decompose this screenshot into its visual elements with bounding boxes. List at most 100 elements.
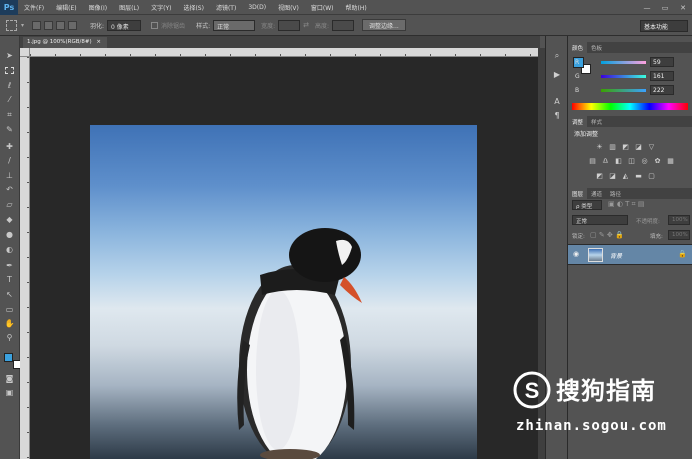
- menu-layer[interactable]: 图层(L): [113, 3, 145, 12]
- visibility-eye-icon[interactable]: ◉: [573, 250, 579, 258]
- color-lookup-icon[interactable]: ▦: [666, 156, 675, 165]
- menu-window[interactable]: 窗口(W): [305, 3, 340, 12]
- close-icon[interactable]: ×: [96, 39, 101, 45]
- layer-filter-select[interactable]: ρ 类型: [572, 200, 602, 210]
- blur-tool-icon[interactable]: ●: [3, 229, 16, 240]
- layer-name[interactable]: 背景: [610, 251, 622, 260]
- hue-icon[interactable]: ♎: [601, 156, 610, 165]
- black-white-icon[interactable]: ◫: [627, 156, 636, 165]
- menu-file[interactable]: 文件(F): [18, 3, 50, 12]
- threshold-icon[interactable]: ◭: [621, 171, 630, 180]
- fill-input[interactable]: 100%: [668, 230, 690, 240]
- menu-help[interactable]: 帮助(H): [340, 3, 373, 12]
- feather-input[interactable]: 0 像素: [107, 19, 142, 31]
- history-brush-tool-icon[interactable]: ↶: [3, 184, 16, 195]
- blue-slider[interactable]: [601, 89, 646, 92]
- history-icon[interactable]: ⌕: [551, 50, 563, 61]
- blue-value-input[interactable]: 222: [650, 85, 674, 95]
- posterize-icon[interactable]: ◪: [608, 171, 617, 180]
- menu-edit[interactable]: 编辑(E): [50, 3, 82, 12]
- character-icon[interactable]: A: [551, 96, 563, 107]
- menu-select[interactable]: 选择(S): [177, 3, 210, 12]
- levels-icon[interactable]: ▥: [608, 142, 617, 151]
- antialias-checkbox[interactable]: [151, 21, 159, 29]
- paint-bucket-tool-icon[interactable]: ◆: [3, 214, 16, 225]
- gradient-map-icon[interactable]: ▬: [634, 171, 643, 180]
- pen-tool-icon[interactable]: ✒: [3, 260, 16, 271]
- screen-mode-icon[interactable]: ▣: [3, 387, 16, 398]
- paragraph-icon[interactable]: ¶: [551, 110, 563, 121]
- green-value-input[interactable]: 161: [650, 71, 674, 81]
- width-label: 宽度:: [261, 22, 276, 30]
- hand-tool-icon[interactable]: ✋: [3, 318, 16, 329]
- dodge-tool-icon[interactable]: ◐: [3, 244, 16, 255]
- rectangle-tool-icon[interactable]: ▭: [3, 304, 16, 315]
- red-value-input[interactable]: 59: [650, 57, 674, 67]
- eraser-tool-icon[interactable]: ▱: [3, 199, 16, 210]
- width-input[interactable]: [278, 19, 301, 31]
- blend-mode-select[interactable]: 正常: [572, 215, 628, 225]
- vibrance-icon[interactable]: ▤: [588, 156, 597, 165]
- tab-channels[interactable]: 通道: [587, 188, 606, 199]
- tab-paths[interactable]: 路径: [606, 188, 625, 199]
- chevron-down-icon[interactable]: ▾: [21, 22, 24, 29]
- color-balance-icon[interactable]: ◧: [614, 156, 623, 165]
- healing-brush-tool-icon[interactable]: ✚: [3, 141, 16, 152]
- selective-color-icon[interactable]: ▢: [647, 171, 656, 180]
- lock-icons[interactable]: ▢ ✎ ✥ 🔒: [590, 231, 624, 239]
- foreground-color-swatch[interactable]: [4, 353, 13, 362]
- photo-filter-icon[interactable]: ◎: [640, 156, 649, 165]
- crop-tool-icon[interactable]: ⌗: [3, 109, 16, 120]
- red-slider[interactable]: [601, 61, 646, 64]
- green-slider[interactable]: [601, 75, 646, 78]
- zoom-tool-icon[interactable]: ⚲: [3, 332, 16, 343]
- ruler-origin[interactable]: [20, 48, 30, 57]
- menu-view[interactable]: 视图(V): [272, 3, 305, 12]
- quick-select-tool-icon[interactable]: ⁄: [3, 94, 16, 105]
- tab-layers[interactable]: 图层: [568, 188, 588, 199]
- menu-filter[interactable]: 滤镜(T): [210, 3, 242, 12]
- color-spectrum-bar[interactable]: [572, 103, 688, 110]
- type-tool-icon[interactable]: T: [3, 274, 16, 285]
- height-input[interactable]: [332, 19, 355, 31]
- eyedropper-tool-icon[interactable]: ✎: [3, 124, 16, 135]
- menu-image[interactable]: 图像(I): [83, 3, 113, 12]
- clone-stamp-tool-icon[interactable]: ⊥: [3, 170, 16, 181]
- brightness-icon[interactable]: ☀: [595, 142, 604, 151]
- penguin-photo[interactable]: [90, 125, 477, 459]
- brush-tool-icon[interactable]: /: [3, 155, 16, 166]
- menu-type[interactable]: 文字(Y): [145, 3, 177, 12]
- workspace-select[interactable]: 基本功能: [640, 20, 688, 32]
- marquee-tool-icon[interactable]: [3, 65, 16, 76]
- refine-edge-button[interactable]: 调整边缘...: [362, 19, 406, 31]
- tab-styles[interactable]: 样式: [587, 116, 606, 127]
- curves-icon[interactable]: ◩: [621, 142, 630, 151]
- intersect-selection-icon[interactable]: [68, 20, 78, 30]
- lasso-tool-icon[interactable]: ℓ: [3, 80, 16, 91]
- channel-mixer-icon[interactable]: ✿: [653, 156, 662, 165]
- path-selection-tool-icon[interactable]: ↖: [3, 289, 16, 300]
- swap-icon[interactable]: ⇄: [303, 21, 309, 29]
- invert-icon[interactable]: ◩: [595, 171, 604, 180]
- move-tool-icon[interactable]: ➤: [3, 50, 16, 61]
- document-tab[interactable]: 1.jpg @ 100%(RGB/8#) ×: [23, 37, 107, 48]
- restore-icon[interactable]: ▭: [656, 0, 674, 15]
- tab-color[interactable]: 颜色: [568, 42, 588, 53]
- gradient-icon[interactable]: ▽: [647, 142, 656, 151]
- tab-adjustments[interactable]: 调整: [568, 116, 588, 127]
- subtract-selection-icon[interactable]: [56, 20, 66, 30]
- opacity-input[interactable]: 100%: [668, 215, 690, 225]
- quick-mask-icon[interactable]: ◙: [3, 373, 16, 384]
- tab-swatches[interactable]: 色板: [587, 42, 606, 53]
- new-selection-icon[interactable]: [32, 20, 42, 30]
- close-icon[interactable]: ✕: [674, 0, 692, 15]
- exposure-icon[interactable]: ◪: [634, 142, 643, 151]
- marquee-preset-icon[interactable]: [6, 19, 17, 31]
- add-selection-icon[interactable]: [44, 20, 54, 30]
- style-select[interactable]: 正常: [213, 19, 256, 31]
- layer-row[interactable]: ◉ 背景 🔒: [568, 244, 692, 265]
- minimize-icon[interactable]: —: [638, 0, 656, 15]
- actions-icon[interactable]: ▶: [551, 69, 563, 80]
- layer-filter-icons[interactable]: ▣ ◐ T ⌗ ▤: [608, 200, 644, 209]
- menu-3d[interactable]: 3D(D): [242, 4, 272, 11]
